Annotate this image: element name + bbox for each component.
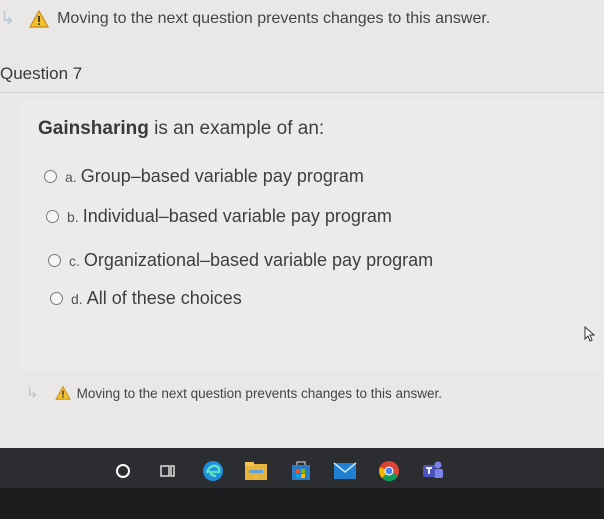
arrow-icon: ↳	[0, 8, 16, 28]
teams-icon[interactable]	[420, 458, 446, 484]
warning-text: Moving to the next question prevents cha…	[76, 385, 443, 401]
choice-c[interactable]: c. Organizational–based variable pay pro…	[48, 250, 433, 271]
arrow-icon: ↳	[26, 385, 39, 402]
choice-text: All of these choices	[86, 288, 242, 308]
radio-button-c[interactable]	[48, 254, 61, 267]
choice-text: Individual–based variable pay program	[82, 206, 392, 226]
choice-d[interactable]: d. All of these choices	[50, 288, 242, 309]
choice-letter: d.	[71, 290, 83, 307]
taskbar-shadow	[0, 488, 604, 519]
edge-icon[interactable]	[200, 458, 226, 484]
question-prompt: Gainsharing is an example of an:	[38, 118, 324, 140]
choice-letter: a.	[65, 168, 77, 185]
question-header: Question 7	[0, 60, 604, 93]
mail-icon[interactable]	[332, 458, 358, 484]
mouse-cursor-icon	[584, 326, 596, 342]
warning-triangle-icon	[29, 9, 50, 28]
store-icon[interactable]	[288, 458, 314, 484]
warning-text: Moving to the next question prevents cha…	[57, 9, 491, 27]
radio-button-d[interactable]	[50, 292, 63, 305]
choice-letter: b.	[67, 208, 79, 225]
choice-text: Organizational–based variable pay progra…	[83, 250, 434, 270]
warning-triangle-icon	[54, 386, 71, 400]
chrome-icon[interactable]	[376, 458, 402, 484]
choice-text: Group–based variable pay program	[80, 166, 364, 186]
cortana-icon[interactable]	[110, 458, 136, 484]
radio-button-b[interactable]	[46, 210, 59, 223]
choice-b[interactable]: b. Individual–based variable pay program	[46, 206, 392, 227]
file-explorer-icon[interactable]	[243, 458, 269, 484]
question-prompt-bold: Gainsharing	[38, 118, 149, 139]
warning-top: ↳ Moving to the next question prevents c…	[0, 8, 490, 29]
question-box: Gainsharing is an example of an: a. Grou…	[20, 100, 604, 370]
warning-bottom: ↳ Moving to the next question prevents c…	[26, 384, 442, 402]
task-view-icon[interactable]	[156, 458, 182, 484]
choice-a[interactable]: a. Group–based variable pay program	[44, 166, 364, 187]
radio-button-a[interactable]	[44, 170, 57, 183]
question-prompt-rest: is an example of an:	[148, 118, 325, 139]
choice-letter: c.	[69, 252, 80, 269]
question-number: Question 7	[0, 64, 83, 83]
